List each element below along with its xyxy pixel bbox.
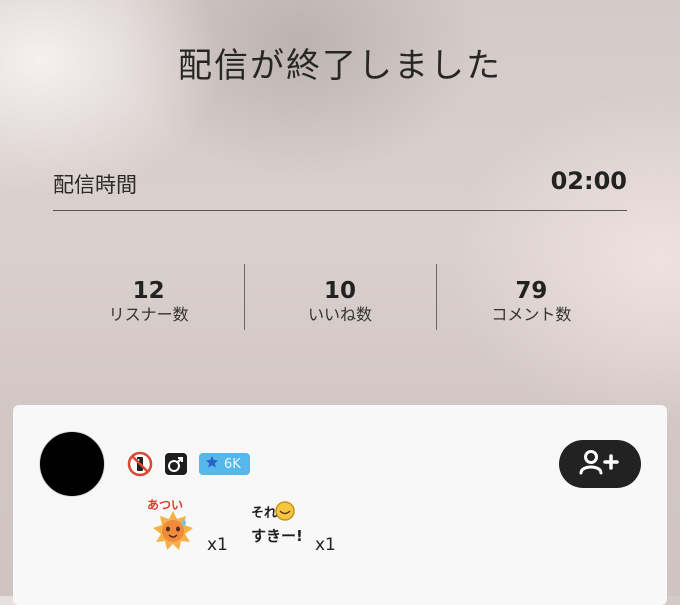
duration-label: 配信時間 [53,173,137,197]
sticker-text: それ [251,506,277,521]
svg-text:すきー!: すきー! [251,527,303,545]
add-user-icon [576,448,624,480]
stat-value: 10 [323,278,356,304]
stat-label: リスナー数 [108,305,189,324]
sore-suki-sticker-icon: それ すきー! [249,497,309,559]
avatar[interactable] [39,431,105,497]
gift-count: x1 [207,535,228,555]
duration-row: 配信時間 02:00 [53,166,627,211]
stat-likes: 10 いいね数 [244,264,435,330]
gender-male-icon [163,451,189,477]
sticker-text: あつい [147,498,183,512]
stat-label: いいね数 [307,305,372,324]
star-icon [205,455,219,473]
gift-item: それ すきー! x1 [249,497,336,559]
gift-count: x1 [315,535,336,555]
profile-card: 6K あつい x1 それ すきー! x1 [13,405,667,605]
stat-value: 12 [132,278,165,304]
duration-value: 02:00 [550,167,627,195]
star-badge: 6K [199,453,250,475]
follow-button[interactable] [559,440,641,488]
stat-listeners: 12 リスナー数 [53,264,244,330]
stat-comments: 79 コメント数 [435,264,627,330]
badge-row: 6K [127,451,250,477]
star-badge-count: 6K [224,456,241,472]
page-title: 配信が終了しました [178,46,502,86]
stat-value: 79 [515,278,548,304]
stats-row: 12 リスナー数 10 いいね数 79 コメント数 [53,264,627,330]
no-minors-icon [127,451,153,477]
atsui-sun-sticker-icon: あつい [145,497,201,559]
gift-item: あつい x1 [145,497,228,559]
stat-label: コメント数 [491,305,572,324]
